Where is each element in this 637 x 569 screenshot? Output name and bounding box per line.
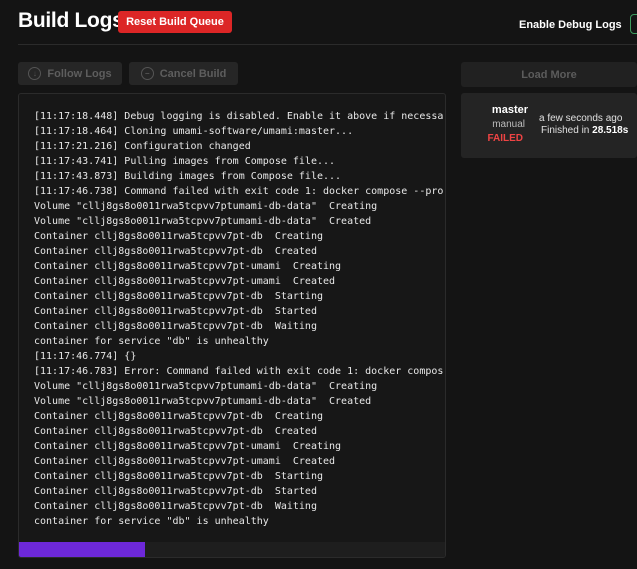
log-line: Container cllj8gs8o0011rwa5tcpvv7pt-db S… [34,306,317,317]
log-line: Container cllj8gs8o0011rwa5tcpvv7pt-db S… [34,471,323,482]
reset-build-queue-button[interactable]: Reset Build Queue [118,11,232,33]
log-line: Container cllj8gs8o0011rwa5tcpvv7pt-db W… [34,501,317,512]
minus-circle-icon: − [140,67,154,80]
log-line: container for service "db" is unhealthy [34,516,269,527]
deployment-branch: master [491,104,528,116]
log-line: [11:17:43.741] Pulling images from Compo… [34,156,336,167]
horizontal-scrollbar[interactable] [19,542,445,557]
cancel-build-button[interactable]: − Cancel Build [129,62,238,85]
log-line: Container cllj8gs8o0011rwa5tcpvv7pt-db C… [34,411,323,422]
deployment-status-badge: FAILED [487,133,523,144]
arrow-down-circle-icon: ↓ [28,67,42,80]
deployment-finished: Finished in 28.518s [541,125,628,136]
log-line: [11:17:18.464] Cloning umami-software/um… [34,126,354,137]
log-line: [11:17:43.873] Building images from Comp… [34,171,342,182]
log-line: Container cllj8gs8o0011rwa5tcpvv7pt-umam… [34,441,342,452]
log-line: Container cllj8gs8o0011rwa5tcpvv7pt-db C… [34,231,323,242]
log-line: [11:17:18.448] Debug logging is disabled… [34,111,444,122]
log-line: Volume "cllj8gs8o0011rwa5tcpvv7ptumami-d… [34,381,378,392]
header-divider [18,44,637,45]
log-line: [11:17:46.783] Error: Command failed wit… [34,366,444,377]
finished-prefix: Finished in [541,125,593,136]
log-line: Container cllj8gs8o0011rwa5tcpvv7pt-db S… [34,486,317,497]
log-line: Container cllj8gs8o0011rwa5tcpvv7pt-umam… [34,261,342,272]
header: Build Logs Reset Build Queue Enable Debu… [0,0,637,44]
log-line: Volume "cllj8gs8o0011rwa5tcpvv7ptumami-d… [34,201,378,212]
log-line: Container cllj8gs8o0011rwa5tcpvv7pt-umam… [34,456,336,467]
debug-logs-label: Enable Debug Logs [519,19,622,31]
log-line: Container cllj8gs8o0011rwa5tcpvv7pt-db W… [34,321,317,332]
log-line: container for service "db" is unhealthy [34,336,269,347]
debug-logs-toggle[interactable] [630,14,637,34]
load-more-button[interactable]: Load More [461,62,637,87]
log-line: Volume "cllj8gs8o0011rwa5tcpvv7ptumami-d… [34,216,372,227]
log-line: Container cllj8gs8o0011rwa5tcpvv7pt-db C… [34,426,317,437]
scrollbar-thumb[interactable] [19,542,145,557]
follow-logs-button[interactable]: ↓ Follow Logs [18,62,122,85]
log-line: [11:17:46.774] {} [34,351,137,362]
deployment-time-ago: a few seconds ago [539,113,623,124]
log-line: Volume "cllj8gs8o0011rwa5tcpvv7ptumami-d… [34,396,372,407]
log-lines: [11:17:18.448] Debug logging is disabled… [34,109,444,529]
log-line: Container cllj8gs8o0011rwa5tcpvv7pt-db C… [34,246,317,257]
log-line: Container cllj8gs8o0011rwa5tcpvv7pt-db S… [34,291,323,302]
cancel-build-label: Cancel Build [159,67,227,80]
deployment-card[interactable]: master manual FAILED a few seconds ago F… [461,93,637,158]
page-title: Build Logs [18,9,124,32]
log-panel[interactable]: [11:17:18.448] Debug logging is disabled… [18,93,446,558]
follow-logs-label: Follow Logs [47,67,112,80]
deployment-trigger: manual [492,119,525,130]
log-line: Container cllj8gs8o0011rwa5tcpvv7pt-umam… [34,276,336,287]
deployment-duration: 28.518s [592,125,629,136]
log-line: [11:17:46.738] Command failed with exit … [34,186,444,197]
log-line: [11:17:21.216] Configuration changed [34,141,251,152]
